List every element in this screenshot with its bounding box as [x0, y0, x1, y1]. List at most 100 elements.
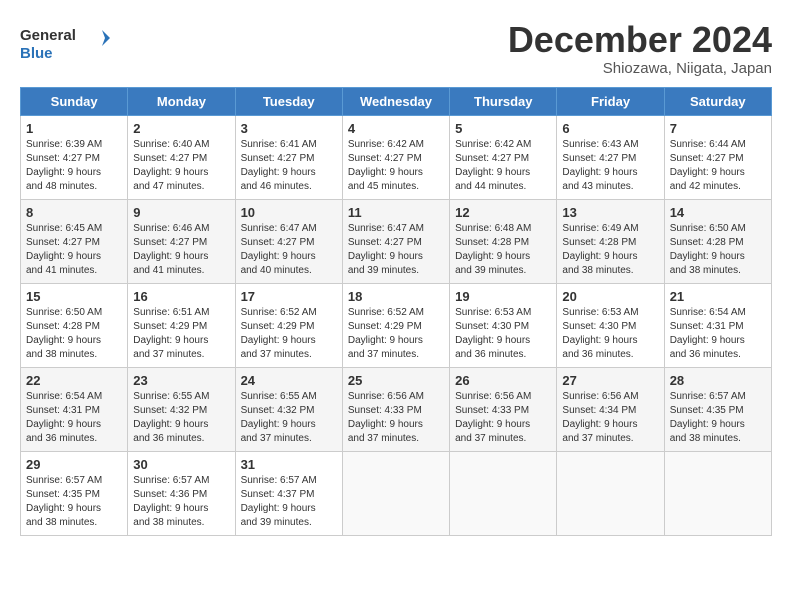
- calendar-cell: 18 Sunrise: 6:52 AMSunset: 4:29 PMDayligh…: [342, 283, 449, 367]
- day-info: Sunrise: 6:44 AMSunset: 4:27 PMDaylight:…: [670, 138, 766, 194]
- day-info: Sunrise: 6:55 AMSunset: 4:32 PMDaylight:…: [241, 390, 337, 446]
- calendar-cell: 15 Sunrise: 6:50 AMSunset: 4:28 PMDayligh…: [21, 283, 128, 367]
- logo: General Blue: [20, 20, 110, 64]
- calendar-cell: 14 Sunrise: 6:50 AMSunset: 4:28 PMDayligh…: [664, 199, 771, 283]
- calendar-cell: 4 Sunrise: 6:42 AMSunset: 4:27 PMDaylight…: [342, 115, 449, 199]
- day-number: 3: [241, 121, 337, 136]
- day-info: Sunrise: 6:57 AMSunset: 4:36 PMDaylight:…: [133, 474, 229, 530]
- day-info: Sunrise: 6:49 AMSunset: 4:28 PMDaylight:…: [562, 222, 658, 278]
- calendar-cell: 22 Sunrise: 6:54 AMSunset: 4:31 PMDayligh…: [21, 367, 128, 451]
- calendar-cell: 8 Sunrise: 6:45 AMSunset: 4:27 PMDaylight…: [21, 199, 128, 283]
- calendar-cell: 5 Sunrise: 6:42 AMSunset: 4:27 PMDaylight…: [450, 115, 557, 199]
- day-number: 28: [670, 373, 766, 388]
- calendar-cell: 3 Sunrise: 6:41 AMSunset: 4:27 PMDaylight…: [235, 115, 342, 199]
- calendar-cell: 9 Sunrise: 6:46 AMSunset: 4:27 PMDaylight…: [128, 199, 235, 283]
- day-info: Sunrise: 6:45 AMSunset: 4:27 PMDaylight:…: [26, 222, 122, 278]
- month-title: December 2024: [508, 20, 772, 60]
- weekday-header-monday: Monday: [128, 87, 235, 115]
- calendar-cell: 21Sunrise: 6:54 AMSunset: 4:31 PMDayligh…: [664, 283, 771, 367]
- weekday-header-thursday: Thursday: [450, 87, 557, 115]
- day-number: 11: [348, 205, 444, 220]
- day-number: 22: [26, 373, 122, 388]
- day-info: Sunrise: 6:54 AMSunset: 4:31 PMDaylight:…: [670, 306, 766, 362]
- calendar-cell: 17 Sunrise: 6:52 AMSunset: 4:29 PMDayligh…: [235, 283, 342, 367]
- calendar-cell: 12 Sunrise: 6:48 AMSunset: 4:28 PMDayligh…: [450, 199, 557, 283]
- day-number: 29: [26, 457, 122, 472]
- calendar-cell: 25 Sunrise: 6:56 AMSunset: 4:33 PMDayligh…: [342, 367, 449, 451]
- day-info: Sunrise: 6:56 AMSunset: 4:33 PMDaylight:…: [348, 390, 444, 446]
- day-info: Sunrise: 6:43 AMSunset: 4:27 PMDaylight:…: [562, 138, 658, 194]
- day-info: Sunrise: 6:39 AMSunset: 4:27 PMDaylight:…: [26, 138, 122, 194]
- day-info: Sunrise: 6:53 AMSunset: 4:30 PMDaylight:…: [562, 306, 658, 362]
- day-number: 9: [133, 205, 229, 220]
- calendar-cell: 24 Sunrise: 6:55 AMSunset: 4:32 PMDayligh…: [235, 367, 342, 451]
- calendar-cell: 29 Sunrise: 6:57 AMSunset: 4:35 PMDayligh…: [21, 451, 128, 535]
- calendar-cell: 30 Sunrise: 6:57 AMSunset: 4:36 PMDayligh…: [128, 451, 235, 535]
- calendar-cell: 31Sunrise: 6:57 AMSunset: 4:37 PMDayligh…: [235, 451, 342, 535]
- weekday-header-tuesday: Tuesday: [235, 87, 342, 115]
- calendar-cell: 19 Sunrise: 6:53 AMSunset: 4:30 PMDayligh…: [450, 283, 557, 367]
- day-number: 12: [455, 205, 551, 220]
- day-info: Sunrise: 6:46 AMSunset: 4:27 PMDaylight:…: [133, 222, 229, 278]
- day-info: Sunrise: 6:57 AMSunset: 4:35 PMDaylight:…: [26, 474, 122, 530]
- calendar-cell: 6Sunrise: 6:43 AMSunset: 4:27 PMDaylight…: [557, 115, 664, 199]
- day-info: Sunrise: 6:51 AMSunset: 4:29 PMDaylight:…: [133, 306, 229, 362]
- day-number: 10: [241, 205, 337, 220]
- day-number: 23: [133, 373, 229, 388]
- location-subtitle: Shiozawa, Niigata, Japan: [508, 60, 772, 77]
- day-number: 25: [348, 373, 444, 388]
- day-info: Sunrise: 6:50 AMSunset: 4:28 PMDaylight:…: [670, 222, 766, 278]
- day-number: 5: [455, 121, 551, 136]
- calendar-cell: 26Sunrise: 6:56 AMSunset: 4:33 PMDayligh…: [450, 367, 557, 451]
- calendar-cell: 20 Sunrise: 6:53 AMSunset: 4:30 PMDayligh…: [557, 283, 664, 367]
- calendar-cell: 10Sunrise: 6:47 AMSunset: 4:27 PMDayligh…: [235, 199, 342, 283]
- day-number: 20: [562, 289, 658, 304]
- day-info: Sunrise: 6:40 AMSunset: 4:27 PMDaylight:…: [133, 138, 229, 194]
- day-number: 24: [241, 373, 337, 388]
- calendar-cell: [664, 451, 771, 535]
- title-block: December 2024 Shiozawa, Niigata, Japan: [508, 20, 772, 77]
- day-number: 18: [348, 289, 444, 304]
- day-number: 7: [670, 121, 766, 136]
- day-info: Sunrise: 6:53 AMSunset: 4:30 PMDaylight:…: [455, 306, 551, 362]
- day-number: 4: [348, 121, 444, 136]
- day-info: Sunrise: 6:54 AMSunset: 4:31 PMDaylight:…: [26, 390, 122, 446]
- weekday-header-saturday: Saturday: [664, 87, 771, 115]
- calendar-cell: [342, 451, 449, 535]
- calendar-cell: 13 Sunrise: 6:49 AMSunset: 4:28 PMDayligh…: [557, 199, 664, 283]
- day-info: Sunrise: 6:42 AMSunset: 4:27 PMDaylight:…: [348, 138, 444, 194]
- calendar-cell: 7 Sunrise: 6:44 AMSunset: 4:27 PMDaylight…: [664, 115, 771, 199]
- day-number: 14: [670, 205, 766, 220]
- weekday-header-friday: Friday: [557, 87, 664, 115]
- day-info: Sunrise: 6:50 AMSunset: 4:28 PMDaylight:…: [26, 306, 122, 362]
- svg-text:General: General: [20, 27, 76, 44]
- day-info: Sunrise: 6:41 AMSunset: 4:27 PMDaylight:…: [241, 138, 337, 194]
- calendar-cell: [450, 451, 557, 535]
- svg-text:Blue: Blue: [20, 45, 53, 62]
- day-info: Sunrise: 6:52 AMSunset: 4:29 PMDaylight:…: [348, 306, 444, 362]
- calendar-cell: 28 Sunrise: 6:57 AMSunset: 4:35 PMDayligh…: [664, 367, 771, 451]
- day-number: 2: [133, 121, 229, 136]
- day-info: Sunrise: 6:56 AMSunset: 4:33 PMDaylight:…: [455, 390, 551, 446]
- day-info: Sunrise: 6:42 AMSunset: 4:27 PMDaylight:…: [455, 138, 551, 194]
- calendar-cell: [557, 451, 664, 535]
- day-number: 13: [562, 205, 658, 220]
- day-number: 30: [133, 457, 229, 472]
- day-number: 16: [133, 289, 229, 304]
- day-info: Sunrise: 6:48 AMSunset: 4:28 PMDaylight:…: [455, 222, 551, 278]
- logo-svg: General Blue: [20, 20, 110, 64]
- day-number: 8: [26, 205, 122, 220]
- day-info: Sunrise: 6:57 AMSunset: 4:35 PMDaylight:…: [670, 390, 766, 446]
- calendar-cell: 27Sunrise: 6:56 AMSunset: 4:34 PMDayligh…: [557, 367, 664, 451]
- day-number: 19: [455, 289, 551, 304]
- day-number: 15: [26, 289, 122, 304]
- day-info: Sunrise: 6:55 AMSunset: 4:32 PMDaylight:…: [133, 390, 229, 446]
- day-info: Sunrise: 6:52 AMSunset: 4:29 PMDaylight:…: [241, 306, 337, 362]
- page-header: General Blue December 2024 Shiozawa, Nii…: [20, 20, 772, 77]
- calendar-cell: 2 Sunrise: 6:40 AMSunset: 4:27 PMDaylight…: [128, 115, 235, 199]
- calendar-cell: 11 Sunrise: 6:47 AMSunset: 4:27 PMDayligh…: [342, 199, 449, 283]
- day-info: Sunrise: 6:47 AMSunset: 4:27 PMDaylight:…: [348, 222, 444, 278]
- day-number: 17: [241, 289, 337, 304]
- calendar-cell: 23 Sunrise: 6:55 AMSunset: 4:32 PMDayligh…: [128, 367, 235, 451]
- calendar-table: SundayMondayTuesdayWednesdayThursdayFrid…: [20, 87, 772, 536]
